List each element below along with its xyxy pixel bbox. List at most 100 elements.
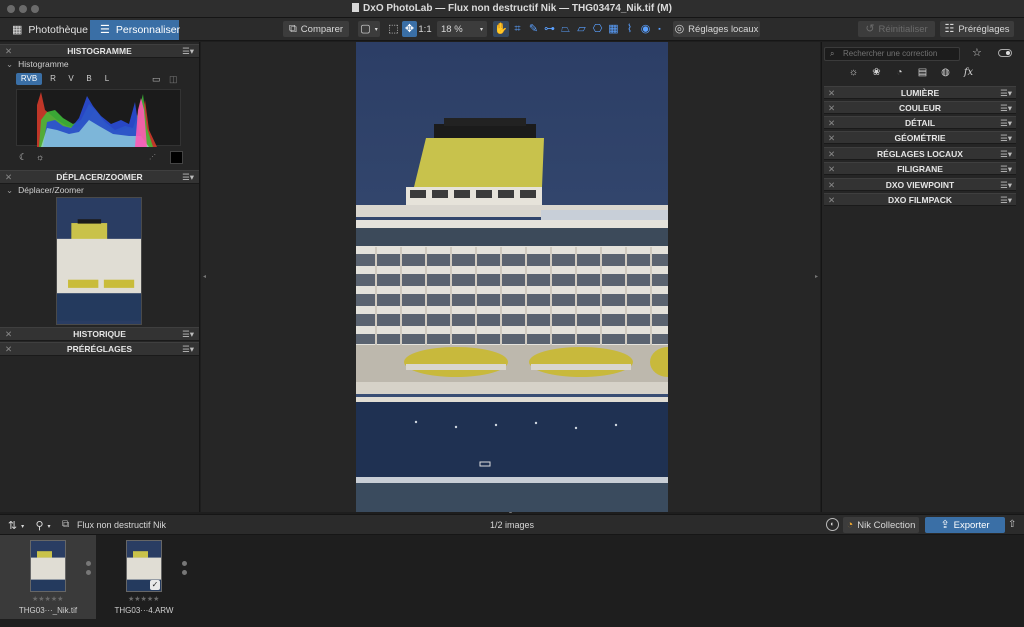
navigator-thumbnail[interactable]	[56, 197, 142, 325]
item-options[interactable]	[182, 561, 187, 579]
levels-icon[interactable]: ⋰	[149, 153, 156, 161]
palette-dxo-filmpack[interactable]: ✕ DXO FILMPACK ☰▾	[824, 193, 1016, 206]
palette-reglages-locaux[interactable]: ✕ RÉGLAGES LOCAUX ☰▾	[824, 147, 1016, 160]
shadow-clipping-icon[interactable]: ☾	[19, 152, 27, 163]
navigator-subsection[interactable]: ⌄ Déplacer/Zoomer	[0, 184, 199, 197]
close-icon[interactable]: ✕	[828, 194, 835, 206]
grid-tool-button[interactable]: ▦	[606, 21, 621, 37]
perspective-tool-button[interactable]: ⏢	[558, 21, 573, 37]
palette-lumiere[interactable]: ✕ LUMIÈRE ☰▾	[824, 86, 1016, 99]
ratio-1-1-button[interactable]: 1:1	[418, 21, 432, 37]
channel-tab-b[interactable]: B	[82, 73, 96, 85]
export-button[interactable]: ⇪ Exporter	[925, 517, 1005, 533]
histogram-subsection[interactable]: ⌄ Histogramme	[0, 58, 199, 71]
light-category-icon[interactable]: ☼	[846, 65, 861, 80]
close-icon[interactable]: ✕	[5, 328, 12, 341]
local-adjustments-button[interactable]: ◎ Réglages locaux	[673, 21, 760, 37]
histogram-graph	[16, 89, 181, 147]
channel-tab-rvb[interactable]: RVB	[16, 73, 42, 85]
sort-button[interactable]: ⇅ ▾	[5, 518, 27, 534]
filmstrip: ★★★★★ THG03···_Nik.tif ✓ ★★★★★ THG03···4…	[0, 535, 1024, 627]
filmstrip-item-tif[interactable]: ★★★★★ THG03···_Nik.tif	[0, 535, 96, 619]
star-favorites-icon[interactable]: ☆	[972, 46, 982, 59]
main-photo[interactable]	[356, 42, 668, 512]
toggle-switch[interactable]	[998, 49, 1012, 57]
move-zoom-button[interactable]: ✥	[402, 21, 417, 37]
nik-collection-button[interactable]: ◔ Nik Collection	[843, 517, 919, 533]
crop-tool-button[interactable]: ⌗	[510, 21, 525, 37]
zoom-select[interactable]: 18 % ▾	[437, 21, 487, 37]
close-icon[interactable]: ✕	[828, 102, 835, 114]
close-icon[interactable]: ✕	[828, 179, 835, 191]
rating-stars[interactable]: ★★★★★	[32, 595, 72, 603]
collapse-left-panel-handle[interactable]: ◂	[203, 273, 206, 280]
palette-dxo-viewpoint[interactable]: ✕ DXO VIEWPOINT ☰▾	[824, 178, 1016, 191]
close-icon[interactable]: ✕	[5, 171, 12, 184]
history-header[interactable]: ✕ HISTORIQUE ☰▾	[0, 327, 199, 341]
palette-detail[interactable]: ✕ DÉTAIL ☰▾	[824, 116, 1016, 129]
export-web-icon[interactable]: ◐	[826, 518, 839, 531]
repair-tool-button[interactable]: ⌇	[622, 21, 637, 37]
color-category-icon[interactable]: ❀	[869, 65, 884, 80]
close-icon[interactable]: ✕	[5, 343, 12, 356]
volume-deformation-button[interactable]: ⎔	[590, 21, 605, 37]
channel-tab-r[interactable]: R	[46, 73, 60, 85]
reset-icon: ↺	[865, 22, 875, 35]
navigator-header[interactable]: ✕ DÉPLACER/ZOOMER ☰▾	[0, 170, 199, 184]
close-icon[interactable]: ✕	[828, 87, 835, 99]
palette-menu-icon[interactable]: ☰▾	[182, 45, 194, 58]
presets-header[interactable]: ✕ PRÉRÉGLAGES ☰▾	[0, 342, 199, 356]
palette-menu-icon[interactable]: ☰▾	[1000, 148, 1012, 160]
palette-menu-icon[interactable]: ☰▾	[1000, 194, 1012, 206]
geometry-category-icon[interactable]: ▤	[915, 65, 930, 80]
filter-button[interactable]: ⚲ ▾	[32, 518, 54, 534]
rating-stars[interactable]: ★★★★★	[128, 595, 168, 603]
monitor-icon[interactable]: ▭	[152, 74, 161, 85]
palette-menu-icon[interactable]: ☰▾	[182, 343, 194, 356]
palette-menu-icon[interactable]: ☰▾	[182, 328, 194, 341]
camera-icon[interactable]: ◫	[169, 74, 178, 85]
item-options[interactable]	[86, 561, 91, 579]
reset-button[interactable]: ↺ Réinitialiser	[858, 21, 935, 37]
filmstrip-item-arw[interactable]: ✓ ★★★★★ THG03···4.ARW	[96, 535, 192, 619]
presets-button[interactable]: ☷ Préréglages	[940, 21, 1014, 37]
effects-category-icon[interactable]: fx	[961, 65, 976, 80]
chevron-down-icon: ▾	[374, 26, 378, 33]
share-icon[interactable]: ⇧	[1008, 519, 1016, 530]
white-balance-picker-button[interactable]: ✎	[526, 21, 541, 37]
palette-geometrie[interactable]: ✕ GÉOMÉTRIE ☰▾	[824, 131, 1016, 144]
close-icon[interactable]: ✕	[828, 148, 835, 160]
horizon-tool-button[interactable]: ⊶	[542, 21, 557, 37]
detail-category-icon[interactable]: ◔	[892, 65, 907, 80]
palette-menu-icon[interactable]: ☰▾	[1000, 117, 1012, 129]
palette-filigrane[interactable]: ✕ FILIGRANE ☰▾	[824, 162, 1016, 175]
compare-button[interactable]: ⧉ Comparer	[283, 21, 349, 37]
fit-screen-button[interactable]: ⬚	[386, 21, 401, 37]
hand-tool-button[interactable]: ✋	[493, 21, 509, 37]
close-icon[interactable]: ✕	[828, 117, 835, 129]
perspective-rect-button[interactable]: ⏥	[574, 21, 589, 37]
channel-tab-l[interactable]: L	[100, 73, 114, 85]
collapse-right-panel-handle[interactable]: ▸	[815, 273, 818, 280]
palette-menu-icon[interactable]: ☰▾	[1000, 132, 1012, 144]
tab-personnaliser[interactable]: ☰ Personnaliser	[90, 20, 180, 40]
hand-icon: ✋	[494, 22, 508, 35]
palette-menu-icon[interactable]: ☰▾	[1000, 87, 1012, 99]
close-icon[interactable]: ✕	[828, 163, 835, 175]
local-category-icon[interactable]: ◍	[938, 65, 953, 80]
palette-menu-icon[interactable]: ☰▾	[1000, 179, 1012, 191]
display-mode-dropdown[interactable]: ▢ ▾	[358, 21, 380, 37]
correction-search-input[interactable]: ⌕ Rechercher une correction	[824, 47, 960, 61]
more-tools-button[interactable]: ▪	[654, 21, 665, 37]
palette-menu-icon[interactable]: ☰▾	[1000, 102, 1012, 114]
palette-menu-icon[interactable]: ☰▾	[1000, 163, 1012, 175]
highlight-clipping-icon[interactable]: ☼	[36, 152, 44, 162]
tab-phototheque[interactable]: ▦ Photothèque	[2, 20, 98, 40]
channel-tab-v[interactable]: V	[64, 73, 78, 85]
palette-couleur[interactable]: ✕ COULEUR ☰▾	[824, 101, 1016, 114]
red-eye-tool-button[interactable]: ◉	[638, 21, 653, 37]
histogram-header[interactable]: ✕ HISTOGRAMME ☰▾	[0, 44, 199, 58]
close-icon[interactable]: ✕	[828, 132, 835, 144]
close-icon[interactable]: ✕	[5, 45, 12, 58]
palette-menu-icon[interactable]: ☰▾	[182, 171, 194, 184]
